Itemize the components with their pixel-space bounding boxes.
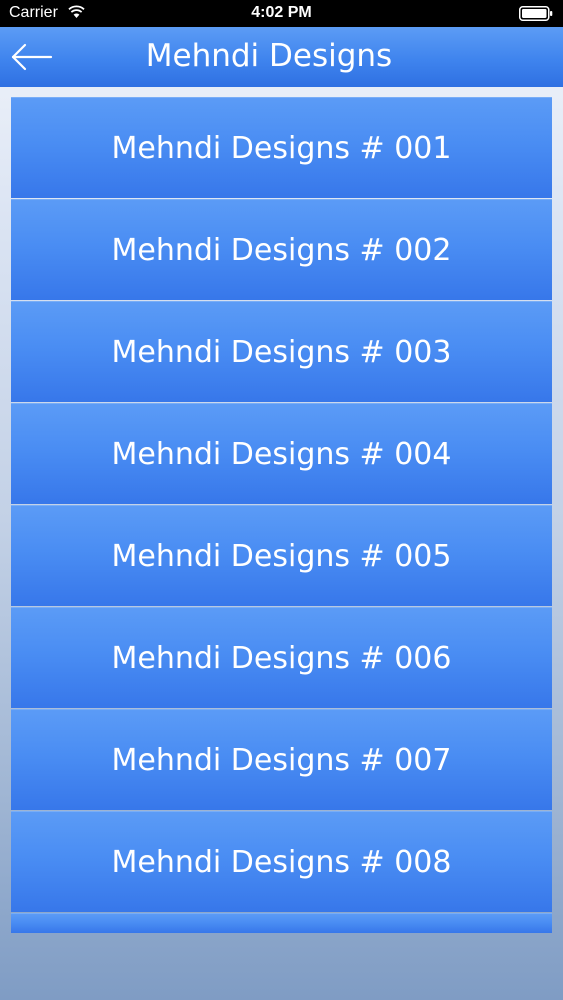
- list-item-label: Mehndi Designs # 004: [111, 436, 452, 472]
- list-item-design-006[interactable]: Mehndi Designs # 006: [11, 607, 552, 708]
- list-item-design-008[interactable]: Mehndi Designs # 008: [11, 811, 552, 912]
- list-item-design-002[interactable]: Mehndi Designs # 002: [11, 199, 552, 300]
- list-item-label: Mehndi Designs # 007: [111, 742, 452, 778]
- list-item-design-003[interactable]: Mehndi Designs # 003: [11, 301, 552, 402]
- nav-divider: [0, 87, 563, 95]
- list-item-label: Mehndi Designs # 001: [111, 130, 452, 166]
- status-bar: Carrier 4:02 PM: [0, 0, 563, 27]
- battery-icon: [519, 6, 553, 21]
- status-time: 4:02 PM: [251, 4, 312, 21]
- list-item-label: Mehndi Designs # 005: [111, 538, 452, 574]
- list-item-design-004[interactable]: Mehndi Designs # 004: [11, 403, 552, 504]
- list-item-label: Mehndi Designs # 008: [111, 844, 452, 880]
- list-item-design-005[interactable]: Mehndi Designs # 005: [11, 505, 552, 606]
- page-title: Mehndi Designs: [145, 38, 393, 74]
- list-item-label: Mehndi Designs # 002: [111, 232, 452, 268]
- navigation-bar: Mehndi Designs: [0, 27, 563, 87]
- list-item-partial[interactable]: [11, 913, 552, 933]
- list-item-design-007[interactable]: Mehndi Designs # 007: [11, 709, 552, 810]
- designs-list: Mehndi Designs # 001 Mehndi Designs # 00…: [11, 97, 552, 933]
- list-item-label: Mehndi Designs # 003: [111, 334, 452, 370]
- list-item-design-001[interactable]: Mehndi Designs # 001: [11, 97, 552, 198]
- list-item-label: Mehndi Designs # 006: [111, 640, 452, 676]
